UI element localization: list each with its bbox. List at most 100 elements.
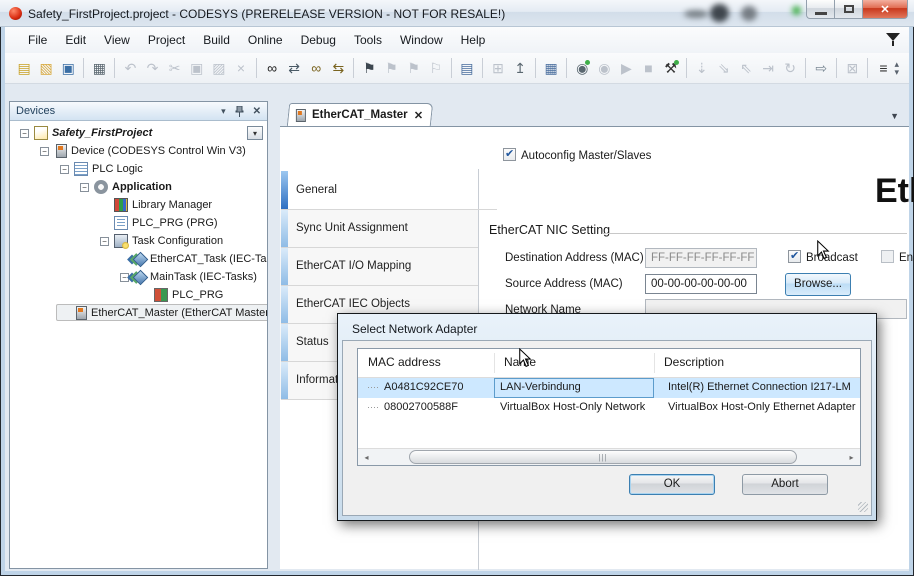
tree-expand-toggle[interactable]: −	[120, 273, 129, 282]
device-repository-icon[interactable]: ▦	[540, 57, 562, 80]
close-button[interactable]: ✕	[863, 0, 908, 19]
description-cell[interactable]: VirtualBox Host-Only Ethernet Adapter	[668, 401, 856, 413]
tree-item-plc-prg-prg[interactable]: PLC_PRG (PRG)	[10, 214, 267, 232]
print-icon[interactable]: ▦	[88, 57, 110, 80]
tree-item-maintask-iec-tasks[interactable]: −MainTask (IEC-Tasks)	[10, 268, 267, 286]
column-header-mac-address[interactable]: MAC address	[368, 349, 441, 377]
column-header-description[interactable]: Description	[664, 349, 724, 377]
toolbar-overflow-icon[interactable]: ▴▾	[894, 60, 899, 76]
minimize-button[interactable]	[806, 0, 835, 19]
mac-cell[interactable]: A0481C92CE70	[384, 381, 464, 393]
build-icon[interactable]: ⚒	[660, 57, 682, 80]
dialog-body: MAC addressNameDescriptionA0481C92CE70LA…	[342, 340, 872, 516]
tree-root-dropdown[interactable]: ▾	[247, 126, 263, 140]
tree-item-label: Application	[112, 181, 172, 193]
focused-cell-outline	[494, 378, 654, 398]
menu-debug[interactable]: Debug	[292, 29, 345, 51]
tree-item-plc-logic[interactable]: − PLC Logic	[10, 160, 267, 178]
tab-list-dropdown-icon[interactable]: ▼	[890, 111, 899, 121]
enable-checkbox[interactable]	[881, 250, 894, 263]
menu-view[interactable]: View	[95, 29, 139, 51]
tree-item-ethercat-task-iec-tasks[interactable]: EtherCAT_Task (IEC-Tasks)	[10, 250, 267, 268]
edit-object-icon[interactable]: ▤	[456, 57, 478, 80]
goto-icon[interactable]: ⇨	[810, 57, 832, 80]
column-divider[interactable]	[494, 353, 495, 373]
tree-item-application[interactable]: − Application	[10, 178, 267, 196]
tree-expand-toggle[interactable]: −	[100, 237, 109, 246]
save-icon[interactable]: ▣	[57, 57, 79, 80]
menu-build[interactable]: Build	[194, 29, 239, 51]
menu-window[interactable]: Window	[391, 29, 452, 51]
toolbar-separator	[805, 58, 806, 78]
ok-button[interactable]: OK	[629, 474, 715, 495]
scroll-right-icon[interactable]: ▸	[843, 449, 860, 465]
menu-online[interactable]: Online	[239, 29, 292, 51]
maximize-button[interactable]	[835, 0, 863, 19]
broadcast-checkbox[interactable]	[788, 250, 801, 263]
tree-expand-toggle[interactable]: −	[20, 129, 29, 138]
adapter-table[interactable]: MAC addressNameDescriptionA0481C92CE70LA…	[357, 348, 861, 466]
menu-tools[interactable]: Tools	[345, 29, 391, 51]
tree-expand-toggle[interactable]: −	[80, 183, 89, 192]
tree-item-label: PLC Logic	[92, 163, 143, 175]
toolbar-separator	[867, 58, 868, 78]
tree-item-library-manager[interactable]: Library Manager	[10, 196, 267, 214]
menu-edit[interactable]: Edit	[56, 29, 95, 51]
browse-button[interactable]: Browse...	[785, 273, 851, 296]
previous-bookmark-icon: ⚑	[381, 57, 403, 80]
panel-close-icon[interactable]: ✕	[253, 106, 261, 117]
filter-list-icon[interactable]: ≡	[872, 57, 894, 80]
funnel-icon[interactable]	[886, 33, 900, 47]
tree-item-ethercat-master-ethercat-master[interactable]: EtherCAT_Master (EtherCAT Master)	[10, 304, 267, 322]
description-cell[interactable]: Intel(R) Ethernet Connection I217-LM	[668, 381, 851, 393]
cut-icon: ✂	[164, 57, 186, 80]
adapter-row-a0481c92ce70[interactable]: A0481C92CE70LAN-VerbindungIntel(R) Ether…	[358, 378, 860, 398]
find-in-files-icon[interactable]: ∞	[305, 57, 327, 80]
side-tab-ethercat-i-o-mapping[interactable]: EtherCAT I/O Mapping	[280, 247, 478, 285]
column-divider[interactable]	[654, 353, 655, 373]
plclogic-icon	[74, 162, 88, 176]
destination-mac-field[interactable]: FF-FF-FF-FF-FF-FF	[645, 248, 757, 268]
window-title: Safety_FirstProject.project - CODESYS (P…	[28, 7, 505, 21]
source-mac-field[interactable]: 00-00-00-00-00-00	[645, 274, 757, 294]
tree-expand-toggle[interactable]: −	[60, 165, 69, 174]
scroll-thumb[interactable]: |||	[409, 450, 797, 464]
menu-project[interactable]: Project	[139, 29, 194, 51]
tree-item-task-configuration[interactable]: −Task Configuration	[10, 232, 267, 250]
tab-close-icon[interactable]: ✕	[414, 109, 423, 122]
tree-item-device-codesys-control-win-v3[interactable]: −Device (CODESYS Control Win V3)	[10, 142, 267, 160]
new-project-icon[interactable]: ▤	[13, 57, 35, 80]
resize-grip[interactable]	[858, 502, 868, 512]
tab-ethercat-master[interactable]: EtherCAT_Master ✕	[287, 103, 433, 126]
login-icon[interactable]: ◉	[571, 57, 593, 80]
scroll-left-icon[interactable]: ◂	[358, 449, 375, 465]
open-project-icon[interactable]: ▧	[35, 57, 57, 80]
tree-expand-toggle[interactable]: −	[40, 147, 49, 156]
title-bar[interactable]: Safety_FirstProject.project - CODESYS (P…	[0, 0, 914, 27]
adapter-row-08002700588f[interactable]: 08002700588F VirtualBox Host-Only Network…	[358, 398, 860, 418]
mac-cell[interactable]: 08002700588F	[384, 401, 458, 413]
stop-icon: ■	[637, 57, 659, 80]
tree-item-safety-firstproject[interactable]: −Safety_FirstProject▾	[10, 124, 267, 142]
name-cell[interactable]: VirtualBox Host-Only Network	[500, 401, 645, 413]
autoconfig-checkbox[interactable]	[503, 148, 516, 161]
side-tab-general[interactable]: General	[280, 171, 478, 209]
menu-help[interactable]: Help	[452, 29, 495, 51]
scroll-track[interactable]: |||	[375, 449, 843, 465]
find-replace-icon[interactable]: ⇄	[283, 57, 305, 80]
tree-item-plc-prg[interactable]: PLC_PRG	[10, 286, 267, 304]
replace-in-files-icon[interactable]: ⇆	[327, 57, 349, 80]
horizontal-scrollbar[interactable]: ◂ ||| ▸	[358, 448, 860, 465]
menu-file[interactable]: File	[19, 29, 56, 51]
export-icon[interactable]: ↥	[509, 57, 531, 80]
abort-button[interactable]: Abort	[742, 474, 828, 495]
ethercat-logo: Eth	[875, 172, 914, 211]
taskcfg-icon	[114, 234, 128, 248]
toolbar-separator	[451, 58, 452, 78]
side-tab-sync-unit-assignment[interactable]: Sync Unit Assignment	[280, 209, 478, 247]
toggle-bookmark-icon[interactable]: ⚑	[358, 57, 380, 80]
taskpou-icon	[154, 288, 168, 302]
find-icon[interactable]: ∞	[261, 57, 283, 80]
panel-dropdown-icon[interactable]: ▾	[221, 106, 226, 117]
pin-icon[interactable]	[235, 106, 244, 117]
